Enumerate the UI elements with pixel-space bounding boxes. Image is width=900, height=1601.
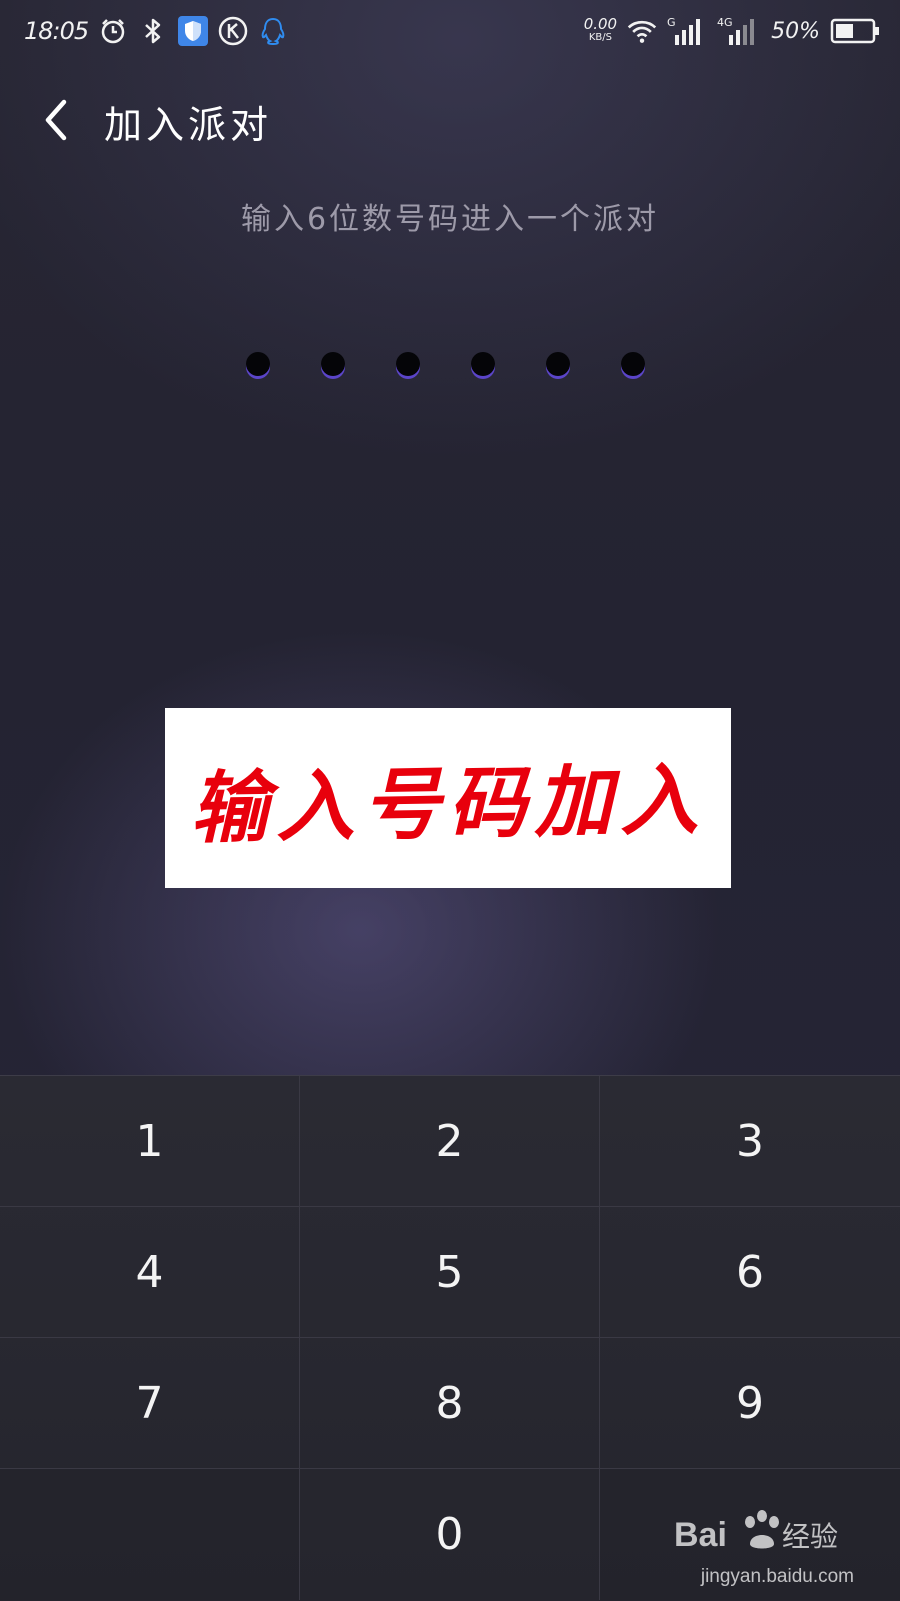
shield-app-icon xyxy=(178,16,209,46)
page-title: 加入派对 xyxy=(104,103,273,147)
status-bar-left: 18:05 xyxy=(24,12,288,50)
code-dot xyxy=(621,352,645,376)
keypad-key-7[interactable]: 7 xyxy=(0,1338,300,1469)
keypad-key-8[interactable]: 8 xyxy=(300,1338,600,1469)
keypad-key-2[interactable]: 2 xyxy=(300,1076,600,1207)
keypad-key-0[interactable]: 0 xyxy=(300,1469,600,1600)
annotation-banner: 输入号码加入 xyxy=(165,708,731,888)
numeric-keypad: 123 456 7890 xyxy=(0,1075,900,1601)
header: 加入派对 xyxy=(0,80,900,160)
network-speed: 0.00 KB/S xyxy=(584,17,617,45)
network-speed-unit: KB/S xyxy=(588,32,612,43)
chevron-left-icon xyxy=(45,99,67,141)
code-input[interactable] xyxy=(246,352,656,382)
keypad-key-3[interactable]: 3 xyxy=(600,1076,900,1207)
status-bar: 18:05 0.00 KB/S G 4G 50% xyxy=(0,0,900,62)
k-app-icon xyxy=(218,16,248,46)
code-dot xyxy=(546,352,570,376)
bluetooth-icon xyxy=(138,16,168,46)
signal-icon: 4G xyxy=(717,16,761,46)
wifi-icon xyxy=(627,16,657,46)
keypad-key-9[interactable]: 9 xyxy=(600,1338,900,1469)
code-dot xyxy=(321,352,345,376)
signal-1-label: G xyxy=(667,16,676,29)
keypad-blank-key xyxy=(600,1469,900,1600)
keypad-key-5[interactable]: 5 xyxy=(300,1207,600,1338)
back-button[interactable] xyxy=(28,92,84,148)
battery-fill xyxy=(836,24,853,38)
battery-percent: 50% xyxy=(771,18,820,44)
instruction-text: 输入6位数号码进入一个派对 xyxy=(240,202,660,237)
signal-2-label: 4G xyxy=(717,16,733,29)
keypad-key-1[interactable]: 1 xyxy=(0,1076,300,1207)
battery-icon xyxy=(830,16,880,46)
alarm-icon xyxy=(98,16,128,46)
annotation-text: 输入号码加入 xyxy=(189,754,707,855)
keypad-blank-key xyxy=(0,1469,300,1600)
screen: 18:05 0.00 KB/S G 4G 50% 加入派对 输入6位数号码进入一… xyxy=(0,0,900,1601)
keypad-key-4[interactable]: 4 xyxy=(0,1207,300,1338)
status-time: 18:05 xyxy=(24,17,89,45)
signal-icon: G xyxy=(667,16,707,46)
code-dot xyxy=(396,352,420,376)
status-bar-right: 0.00 KB/S G 4G 50% xyxy=(584,12,880,50)
code-dot xyxy=(246,352,270,376)
qq-icon xyxy=(258,16,288,46)
code-dot xyxy=(471,352,495,376)
network-speed-value: 0.00 xyxy=(583,15,618,33)
keypad-key-6[interactable]: 6 xyxy=(600,1207,900,1338)
